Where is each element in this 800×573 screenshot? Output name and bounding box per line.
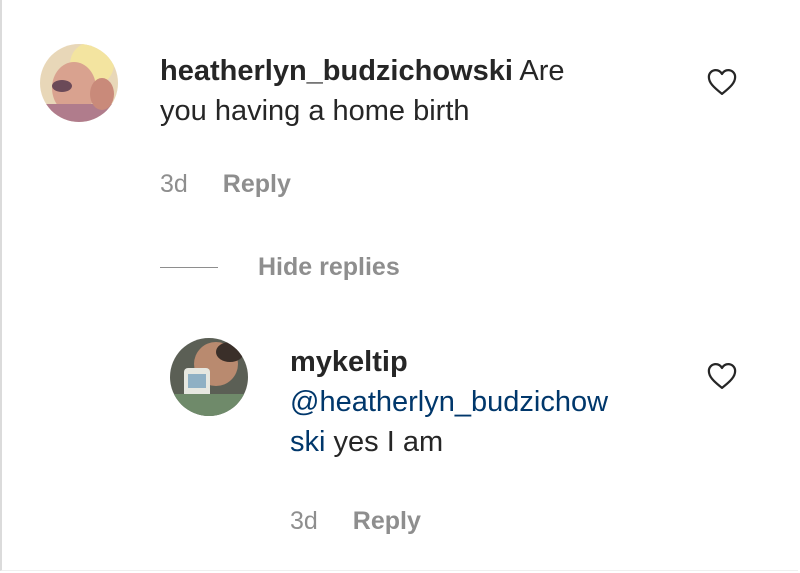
reply-timestamp: 3d [290,507,318,535]
heart-outline-icon[interactable] [707,68,737,96]
hide-replies-label[interactable]: Hide replies [258,253,400,282]
hide-replies-toggle[interactable]: Hide replies [160,252,400,282]
divider-line [160,266,218,268]
comment-timestamp: 3d [160,170,188,198]
comment-text-line1: Are [519,55,565,87]
reply-text: yes I am [333,426,444,458]
reply-mention-line1[interactable]: @heatherlyn_budzichow [290,386,608,418]
comment-username[interactable]: heatherlyn_budzichowski [160,55,513,87]
reply-meta: 3d Reply [290,507,421,536]
reply-username[interactable]: mykeltip [290,346,408,378]
comment-text-line2: you having a home birth [160,95,470,127]
reply-reply-button[interactable]: Reply [353,507,421,535]
reply-author-avatar[interactable] [170,338,248,416]
comment-reply-button[interactable]: Reply [223,170,291,198]
reply-body: mykeltip @heatherlyn_budzichow ski yes I… [290,342,690,462]
heart-outline-icon[interactable] [707,362,737,390]
comment-meta: 3d Reply [160,170,291,199]
comment-body: heatherlyn_budzichowski Are you having a… [160,51,680,131]
reply-mention-line2[interactable]: ski [290,426,325,458]
comment-author-avatar[interactable] [40,44,118,122]
